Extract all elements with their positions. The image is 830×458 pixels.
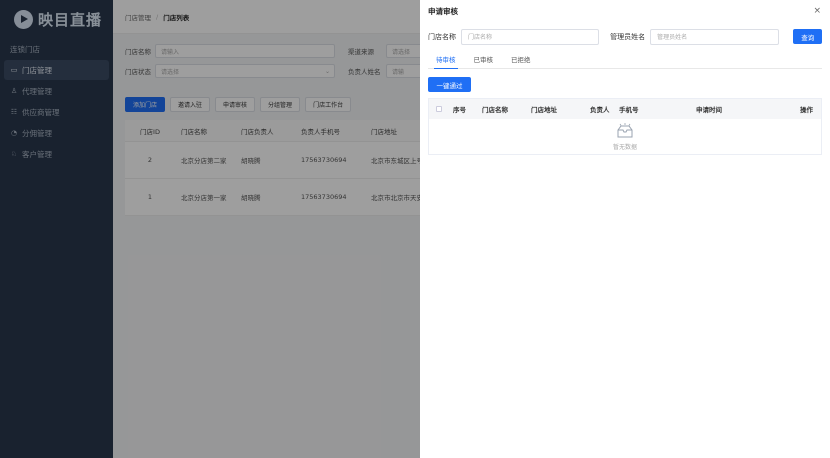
empty-box-icon bbox=[617, 122, 633, 137]
drawer-title: 申请审核 bbox=[428, 6, 458, 16]
close-icon[interactable]: × bbox=[813, 6, 821, 16]
store-name-input[interactable]: 门店名称 bbox=[461, 28, 600, 45]
empty-text: 暂无数据 bbox=[612, 143, 637, 151]
tab-pending[interactable]: 待审核 bbox=[434, 52, 457, 69]
store-name-label: 门店名称 bbox=[428, 32, 456, 41]
tab-rejected[interactable]: 已拒绝 bbox=[511, 52, 531, 68]
select-all-checkbox[interactable] bbox=[436, 106, 442, 112]
empty-state: 暂无数据 bbox=[429, 119, 821, 154]
modal-overlay[interactable] bbox=[0, 0, 420, 458]
review-tabs: 待审核 已审核 已拒绝 bbox=[428, 52, 822, 69]
review-table: 序号 门店名称 门店地址 负责人 手机号 申请时间 操作 暂无数据 bbox=[428, 98, 822, 155]
admin-name-label: 管理员姓名 bbox=[610, 32, 646, 41]
review-drawer: 申请审核 × 门店名称 门店名称 管理员姓名 管理员姓名 查询 待审核 已审核 … bbox=[420, 0, 830, 458]
tab-reviewed[interactable]: 已审核 bbox=[474, 52, 494, 68]
admin-name-input[interactable]: 管理员姓名 bbox=[650, 28, 780, 45]
review-table-header: 序号 门店名称 门店地址 负责人 手机号 申请时间 操作 bbox=[429, 99, 821, 119]
query-button[interactable]: 查询 bbox=[793, 29, 822, 44]
pass-all-button[interactable]: 一键通过 bbox=[428, 77, 471, 92]
drawer-search: 门店名称 门店名称 管理员姓名 管理员姓名 查询 bbox=[420, 22, 830, 45]
